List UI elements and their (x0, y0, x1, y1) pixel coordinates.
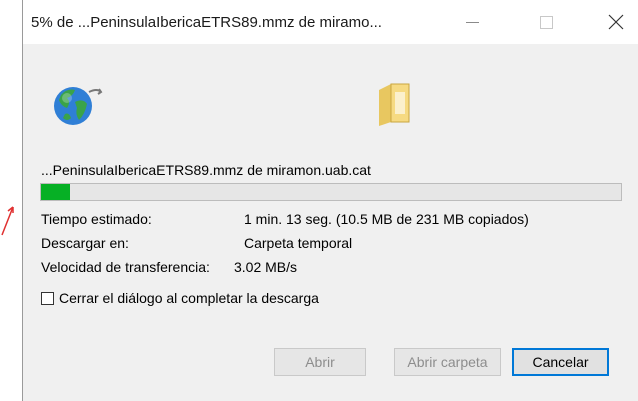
cancel-button[interactable]: Cancelar (512, 348, 609, 376)
close-on-complete-checkbox[interactable] (41, 291, 54, 305)
minimize-button[interactable] (449, 0, 495, 44)
close-icon (608, 14, 624, 30)
transfer-speed-value: 3.02 MB/s (234, 259, 298, 275)
progress-fill (41, 184, 70, 200)
maximize-button[interactable] (523, 0, 569, 44)
red-annotation-arrow-icon (1, 206, 14, 236)
open-button[interactable]: Abrir (274, 348, 366, 376)
download-location-label: Descargar en: (41, 235, 129, 251)
globe-icon (54, 87, 103, 125)
maximize-icon (539, 15, 553, 29)
close-on-complete-label: Cerrar el diálogo al completar la descar… (59, 290, 319, 306)
download-dialog: 5% de ...PeninsulaIbericaETRS89.mmz de m… (22, 0, 638, 401)
open-folder-button[interactable]: Abrir carpeta (394, 348, 501, 376)
window-title: 5% de ...PeninsulaIbericaETRS89.mmz de m… (31, 14, 382, 31)
minimize-icon (465, 21, 479, 23)
close-button[interactable] (593, 0, 638, 44)
download-location-value: Carpeta temporal (244, 235, 353, 251)
file-source-text: ...PeninsulaIbericaETRS89.mmz de miramon… (41, 162, 371, 178)
title-bar[interactable]: 5% de ...PeninsulaIbericaETRS89.mmz de m… (23, 0, 638, 44)
time-estimated-label: Tiempo estimado: (41, 211, 152, 227)
folder-icon (379, 83, 410, 126)
close-on-complete-option[interactable]: Cerrar el diálogo al completar la descar… (41, 290, 319, 306)
transfer-speed-label: Velocidad de transferencia: (41, 259, 210, 275)
download-progress-bar (40, 183, 622, 201)
time-estimated-value: 1 min. 13 seg. (10.5 MB de 231 MB copiad… (244, 211, 529, 227)
